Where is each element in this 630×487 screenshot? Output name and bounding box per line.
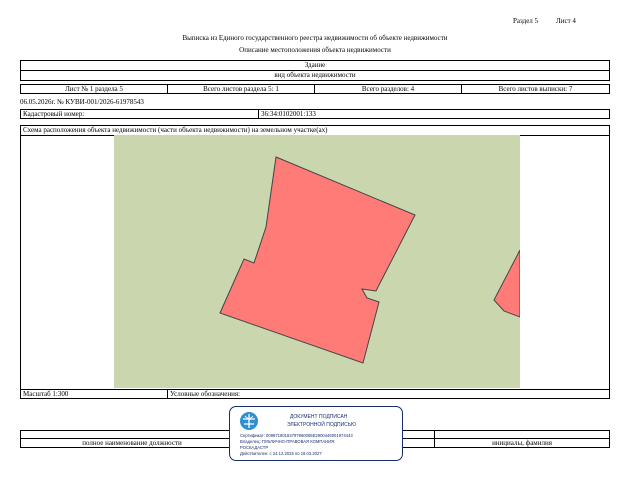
map-scale: Масштаб 1:300	[23, 389, 69, 398]
section-number: Раздел 5	[513, 17, 539, 25]
document-title: Выписка из Единого государственного реес…	[182, 34, 448, 42]
document-subtitle: Описание местоположения объекта недвижим…	[239, 46, 391, 54]
scale-row: Масштаб 1:300 Условные обозначения:	[20, 389, 610, 399]
sections-total: Всего разделов: 4	[361, 84, 415, 93]
sheet-of-section: Лист № 1 раздела 5	[65, 84, 123, 93]
electronic-signature-stamp: ДОКУМЕНТ ПОДПИСАН ЭЛЕКТРОННОЙ ПОДПИСЬЮ С…	[229, 406, 403, 461]
stamp-owner: Владелец: ПУБЛИЧНО-ПРАВОВАЯ КОМПАНИЯ	[240, 439, 335, 444]
extract-sheets-total: Всего листов выписки: 7	[498, 84, 573, 93]
section-sheets-count: Всего листов раздела 5: 1	[203, 84, 279, 93]
stamp-validity: Действителен: с 24.12.2025 по 19.03.2027	[240, 451, 322, 456]
cadastral-row: Кадастровый номер: 36:34:0102001:133	[20, 109, 610, 119]
stamp-certificate: Сертификат: 00997180184797860065E2900446…	[240, 433, 353, 438]
legend-label: Условные обозначения:	[170, 389, 241, 398]
object-type-table: Здание вид объекта недвижимости	[20, 60, 610, 81]
position-caption: полное наименование должности	[82, 438, 182, 447]
scheme-title: Схема расположения объекта недвижимости …	[23, 126, 328, 134]
sheets-row: Лист № 1 раздела 5 Всего листов раздела …	[20, 84, 610, 94]
cadastral-label: Кадастровый номер:	[23, 109, 85, 118]
document-reference: 06.05.2026г. № КУВИ-001/2026-61978543	[20, 98, 144, 106]
cadastral-number: 36:34:0102001:133	[261, 109, 316, 118]
stamp-owner-2: РОСКАДАСТР	[240, 445, 269, 450]
rosreestr-emblem-icon	[240, 412, 258, 430]
object-type: Здание	[304, 61, 326, 69]
sheet-number: Лист 4	[556, 17, 576, 25]
land-plot-map	[114, 135, 520, 388]
stamp-line-2: ЭЛЕКТРОННОЙ ПОДПИСЬЮ	[287, 422, 357, 428]
stamp-line-1: ДОКУМЕНТ ПОДПИСАН	[290, 414, 348, 420]
object-type-caption: вид объекта недвижимости	[274, 71, 356, 79]
name-caption: инициалы, фамилия	[492, 438, 552, 447]
